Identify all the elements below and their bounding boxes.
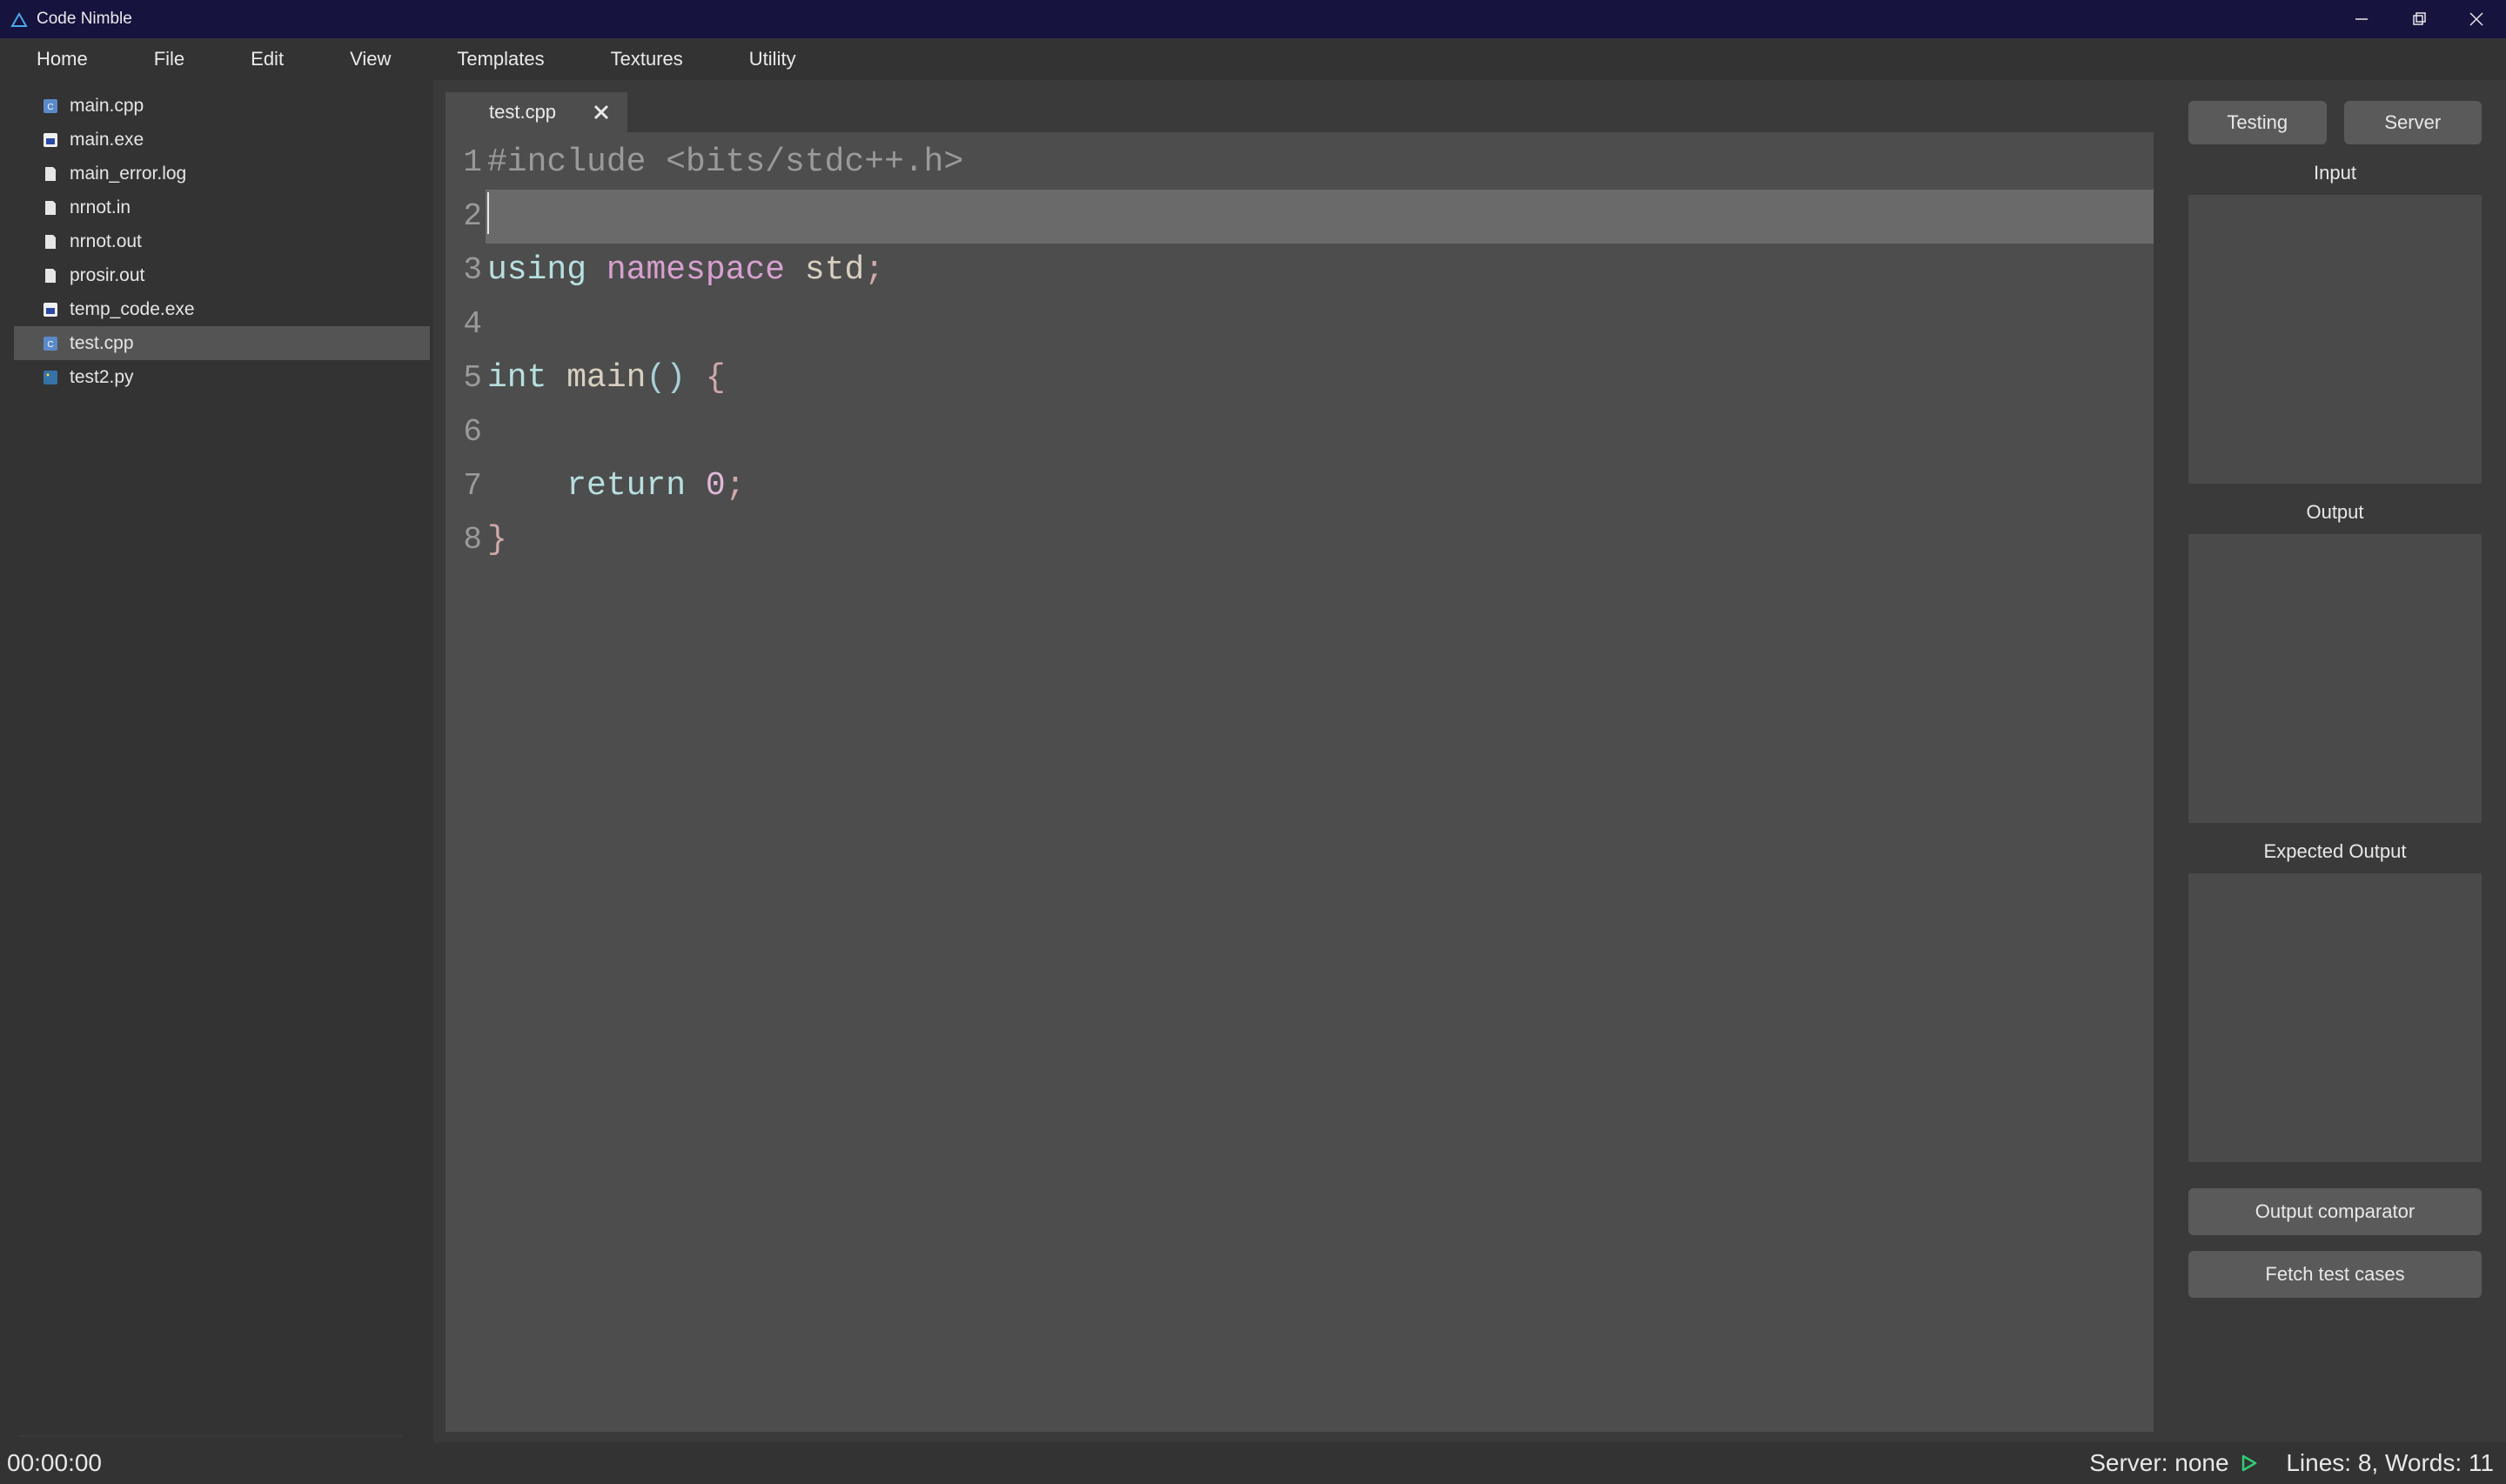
app-icon (10, 10, 28, 28)
output-label: Output (2188, 501, 2482, 524)
code-line[interactable]: #include <bits/stdc++.h> (486, 136, 2154, 190)
file-name: nrnot.out (70, 231, 142, 252)
minimize-button[interactable] (2351, 9, 2372, 30)
file-item[interactable]: main.exe (14, 123, 430, 157)
file-list: Cmain.cpp main.exe main_error.log nrnot.in n… (14, 89, 430, 1430)
testing-button[interactable]: Testing (2188, 101, 2327, 144)
py-file-icon (42, 369, 59, 386)
line-number: 8 (446, 513, 486, 567)
tab-label: test.cpp (489, 101, 556, 124)
output-section: Output (2188, 501, 2482, 823)
file-name: nrnot.in (70, 197, 131, 218)
file-item[interactable]: prosir.out (14, 258, 430, 292)
server-button[interactable]: Server (2344, 101, 2483, 144)
line-number: 2 (446, 190, 486, 244)
code-line[interactable]: int main() { (486, 351, 2154, 405)
titlebar: Code Nimble (0, 0, 2506, 38)
app-title: Code Nimble (37, 10, 132, 29)
fetch-test-cases-button[interactable]: Fetch test cases (2188, 1251, 2482, 1298)
code-line[interactable] (486, 405, 2154, 459)
maximize-button[interactable] (2409, 9, 2429, 30)
cpp-file-icon: C (42, 335, 59, 352)
file-name: main_error.log (70, 164, 186, 184)
file-item[interactable]: test2.py (14, 360, 430, 394)
input-textarea[interactable] (2188, 195, 2482, 484)
expected-output-section: Expected Output (2188, 840, 2482, 1162)
statusbar: 00:00:00 Server: none Lines: 8, Words: 1… (0, 1442, 2506, 1484)
plain-file-icon (42, 165, 59, 183)
file-item[interactable]: main_error.log (14, 157, 430, 191)
output-textarea[interactable] (2188, 534, 2482, 823)
cpp-file-icon: C (42, 97, 59, 115)
menu-view[interactable]: View (317, 39, 424, 79)
panel-button-row: Testing Server (2188, 101, 2482, 144)
file-item[interactable]: temp_code.exe (14, 292, 430, 326)
menu-textures[interactable]: Textures (578, 39, 716, 79)
file-name: temp_code.exe (70, 299, 195, 320)
plain-file-icon (42, 267, 59, 284)
code-line[interactable]: using namespace std; (486, 244, 2154, 297)
line-number: 1 (446, 136, 486, 190)
expected-output-label: Expected Output (2188, 840, 2482, 863)
file-name: test.cpp (70, 333, 134, 354)
plain-file-icon (42, 199, 59, 217)
line-gutter: 12345678 (446, 132, 486, 1432)
menu-templates[interactable]: Templates (424, 39, 577, 79)
line-number: 4 (446, 297, 486, 351)
file-item[interactable]: Cmain.cpp (14, 89, 430, 123)
file-item[interactable]: nrnot.out (14, 224, 430, 258)
code-line[interactable] (486, 297, 2154, 351)
svg-text:C: C (47, 103, 53, 112)
file-name: main.exe (70, 130, 144, 150)
sidebar-divider (19, 1435, 402, 1437)
plain-file-icon (42, 233, 59, 251)
status-server: Server: none (2089, 1449, 2228, 1477)
menubar: HomeFileEditViewTemplatesTexturesUtility (0, 38, 2506, 80)
input-section: Input (2188, 162, 2482, 484)
menu-home[interactable]: Home (21, 39, 121, 79)
panel-actions: Output comparator Fetch test cases (2188, 1188, 2482, 1298)
close-button[interactable] (2466, 9, 2487, 30)
exe-file-icon (42, 301, 59, 318)
input-label: Input (2188, 162, 2482, 184)
code-area[interactable]: #include <bits/stdc++.h> using namespace … (486, 132, 2154, 1432)
menu-edit[interactable]: Edit (218, 39, 317, 79)
menu-utility[interactable]: Utility (716, 39, 829, 79)
editor-tab[interactable]: test.cpp (446, 92, 627, 132)
file-explorer: Cmain.cpp main.exe main_error.log nrnot.in n… (0, 80, 433, 1442)
text-cursor (487, 192, 489, 234)
titlebar-left: Code Nimble (10, 10, 132, 29)
code-line[interactable] (486, 190, 2154, 244)
line-number: 6 (446, 405, 486, 459)
testing-panel: Testing Server Input Output Expected Out… (2164, 80, 2506, 1442)
status-lines-words: Lines: 8, Words: 11 (2286, 1449, 2494, 1477)
play-icon[interactable] (2240, 1454, 2259, 1473)
file-name: prosir.out (70, 265, 144, 286)
status-timer: 00:00:00 (7, 1449, 102, 1477)
code-line[interactable]: return 0; (486, 459, 2154, 513)
line-number: 5 (446, 351, 486, 405)
main-content: Cmain.cpp main.exe main_error.log nrnot.in n… (0, 80, 2506, 1442)
output-comparator-button[interactable]: Output comparator (2188, 1188, 2482, 1235)
editor-panel: test.cpp 12345678 #include <bits/stdc++.… (433, 80, 2164, 1442)
close-icon[interactable] (591, 102, 612, 123)
expected-output-textarea[interactable] (2188, 873, 2482, 1162)
editor-tabbar: test.cpp (446, 89, 2154, 132)
window-controls (2351, 9, 2496, 30)
line-number: 3 (446, 244, 486, 297)
file-name: main.cpp (70, 96, 144, 117)
code-line[interactable]: } (486, 513, 2154, 567)
code-editor[interactable]: 12345678 #include <bits/stdc++.h> using n… (446, 132, 2154, 1432)
file-item[interactable]: Ctest.cpp (14, 326, 430, 360)
status-right: Server: none Lines: 8, Words: 11 (2089, 1449, 2494, 1477)
exe-file-icon (42, 131, 59, 149)
file-item[interactable]: nrnot.in (14, 191, 430, 224)
line-number: 7 (446, 459, 486, 513)
menu-file[interactable]: File (121, 39, 218, 79)
file-name: test2.py (70, 367, 134, 388)
svg-text:C: C (47, 340, 53, 350)
